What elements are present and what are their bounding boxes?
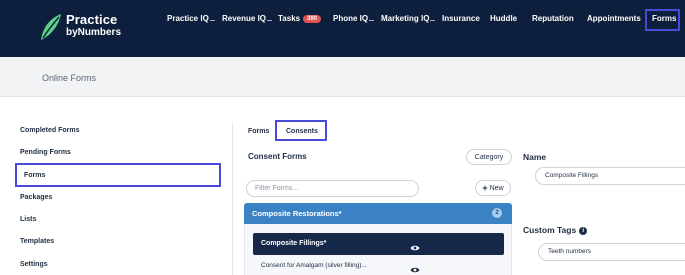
nav-insurance[interactable]: Insurance — [442, 14, 480, 23]
sidebar-divider — [232, 122, 233, 275]
sidebar-item-templates[interactable]: Templates — [20, 238, 54, 245]
filter-forms-input[interactable] — [246, 180, 419, 197]
nav-reputation-label: Reputation — [532, 14, 574, 23]
nav-forms-label: Forms — [652, 14, 677, 23]
brand-logo[interactable]: Practice byNumbers — [39, 12, 121, 44]
consent-forms-title: Consent Forms — [248, 152, 307, 161]
nav-reputation[interactable]: Reputation — [532, 14, 574, 23]
brand-name-line1: Practice — [66, 12, 118, 27]
nav-forms[interactable]: Forms — [652, 14, 676, 23]
sidebar-item-packages[interactable]: Packages — [20, 194, 52, 201]
tab-consents[interactable]: Consents — [286, 128, 318, 135]
nav-huddle-label: Huddle — [490, 14, 518, 23]
name-label: Name — [523, 152, 547, 162]
top-nav-bar: Practice byNumbers Practice IQ Revenue I… — [0, 0, 685, 57]
new-form-button-label: New — [489, 184, 504, 192]
nav-phone-iq[interactable]: Phone IQ — [333, 14, 375, 23]
sidebar-item-pending-forms[interactable]: Pending Forms — [20, 149, 71, 156]
info-icon[interactable]: i — [579, 227, 588, 235]
plus-icon: + — [482, 183, 488, 193]
nav-appointments-label: Appointments — [587, 14, 641, 23]
new-form-button[interactable]: + New — [475, 180, 511, 196]
category-button-label: Category — [474, 153, 504, 161]
page-header — [0, 57, 685, 97]
nav-revenue-iq[interactable]: Revenue IQ — [222, 14, 273, 23]
nav-revenue-iq-label: Revenue IQ — [222, 14, 267, 23]
nav-huddle[interactable]: Huddle — [490, 14, 517, 23]
page-title: Online Forms — [42, 73, 97, 83]
tasks-count-badge: 390 — [303, 15, 322, 23]
sidebar-item-settings[interactable]: Settings — [20, 261, 48, 268]
nav-practice-iq-label: Practice IQ — [167, 14, 209, 23]
nav-appointments[interactable]: Appointments — [587, 14, 641, 23]
custom-tags-label: Custom Tags i — [523, 225, 588, 235]
nav-phone-iq-label: Phone IQ — [333, 14, 369, 23]
leaf-logo-icon — [41, 14, 61, 40]
nav-tasks[interactable]: Tasks 390 — [278, 14, 322, 23]
sidebar-item-lists[interactable]: Lists — [20, 216, 36, 223]
category-button[interactable]: Category — [466, 149, 512, 165]
category-count-badge: 2 — [492, 208, 502, 218]
category-title: Composite Restorations* — [252, 209, 342, 218]
custom-tags-label-text: Custom Tags — [523, 225, 577, 235]
eye-icon[interactable] — [410, 239, 420, 257]
eye-icon[interactable] — [410, 261, 420, 275]
list-item-label: Consent for Amalgam (silver filling)... — [261, 262, 367, 269]
list-item-consent-amalgam[interactable]: Consent for Amalgam (silver filling)... — [253, 257, 504, 275]
list-item-label: Composite Fillings* — [261, 240, 327, 247]
custom-tag-field[interactable]: Teeth numbers — [538, 243, 685, 261]
brand-name-line2: byNumbers — [66, 27, 122, 38]
category-header-composite-restorations[interactable]: Composite Restorations* 2 — [244, 203, 512, 224]
nav-marketing-iq-label: Marketing IQ — [381, 14, 430, 23]
nav-marketing-iq[interactable]: Marketing IQ — [381, 14, 436, 23]
nav-tasks-label: Tasks — [278, 14, 301, 23]
sidebar-forms-highlight — [15, 163, 221, 187]
tab-forms[interactable]: Forms — [248, 128, 269, 135]
sidebar-item-completed-forms[interactable]: Completed Forms — [20, 127, 80, 134]
nav-insurance-label: Insurance — [442, 14, 480, 23]
list-item-composite-fillings[interactable]: Composite Fillings* — [253, 233, 504, 255]
nav-practice-iq[interactable]: Practice IQ — [167, 14, 215, 23]
sidebar-item-forms[interactable]: Forms — [24, 172, 45, 179]
name-field[interactable]: Composite Fillings — [535, 167, 685, 185]
